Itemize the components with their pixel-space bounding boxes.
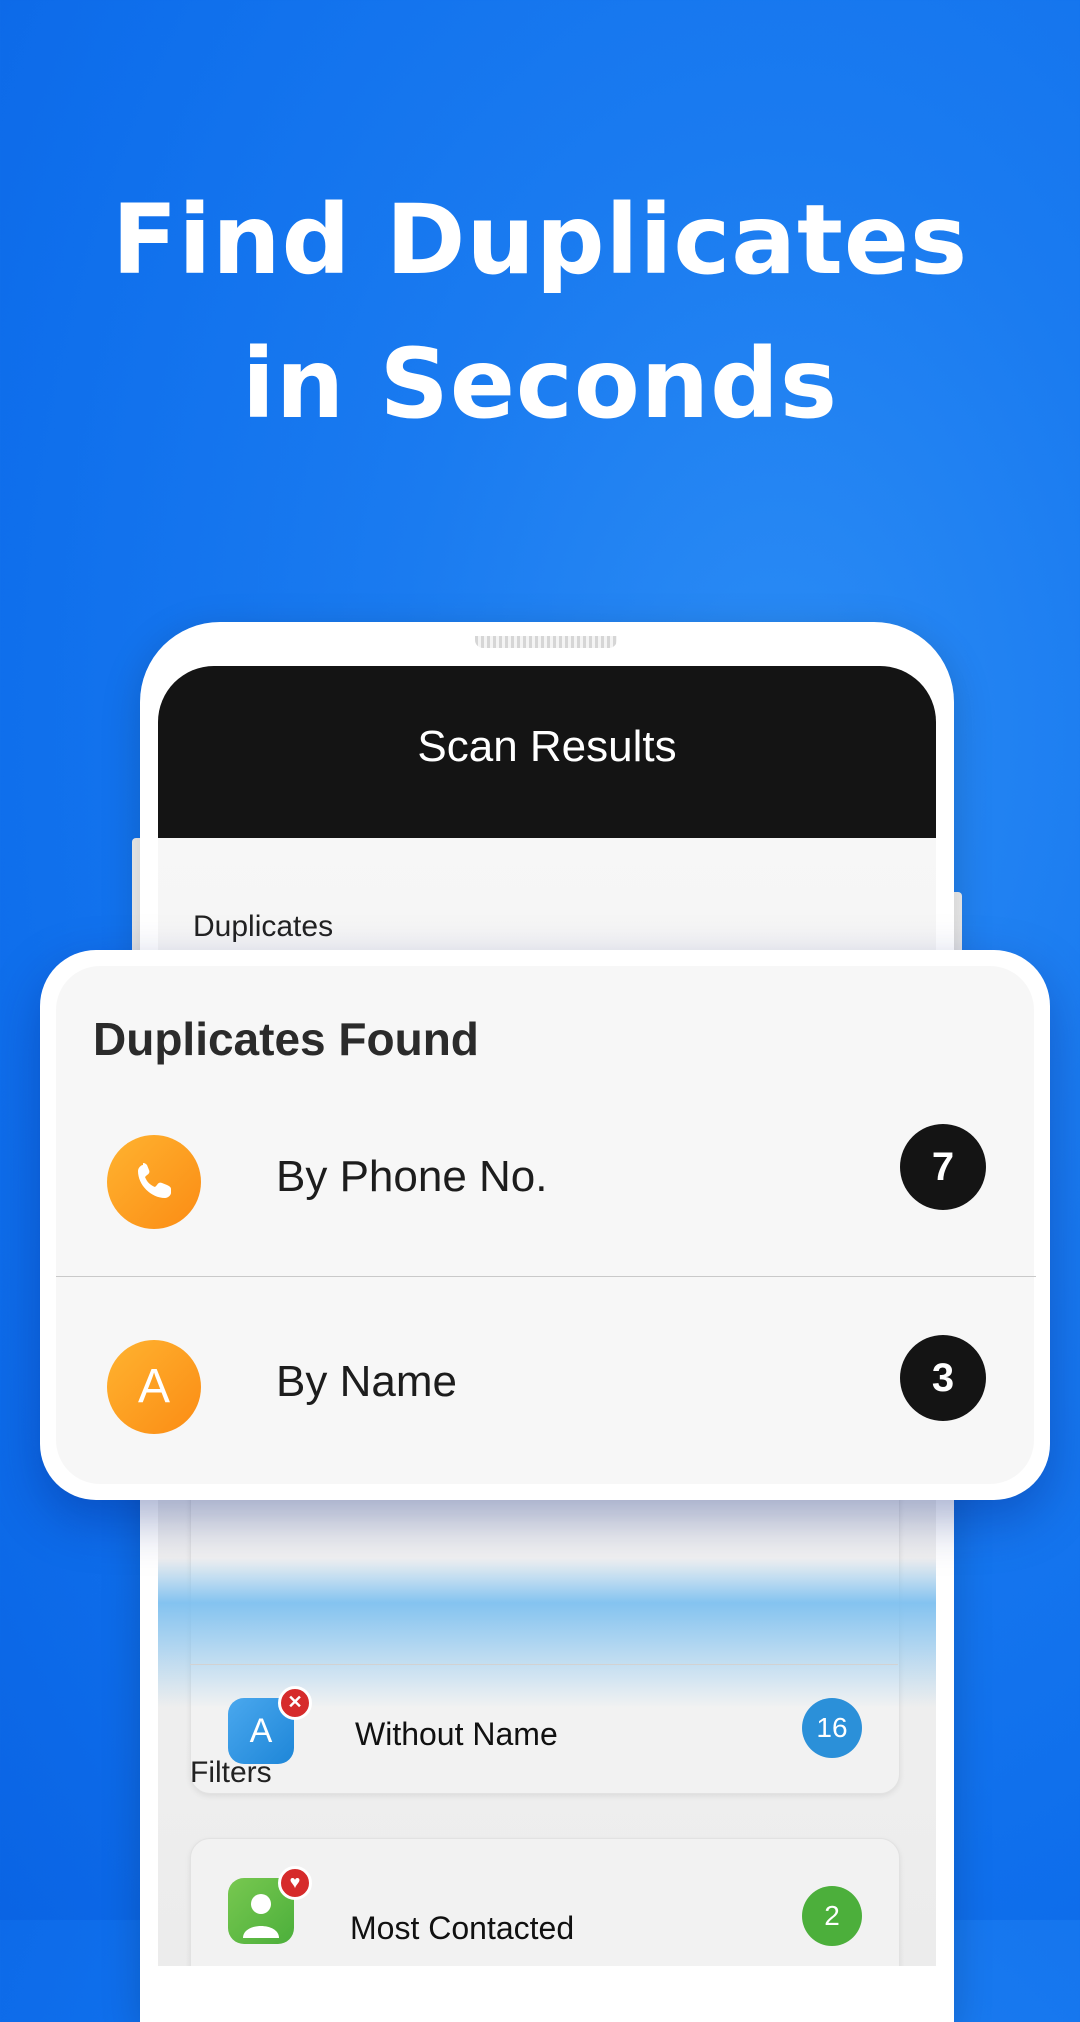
by-name-label: By Name: [276, 1357, 457, 1406]
by-phone-count: 7: [900, 1124, 986, 1210]
without-name-count: 16: [802, 1698, 862, 1758]
by-name-icon-letter: A: [137, 1360, 170, 1413]
row-by-phone[interactable]: By Phone No. 7: [56, 1100, 1036, 1276]
by-name-count: 3: [900, 1335, 986, 1421]
app-header: Scan Results: [158, 666, 936, 838]
list-item-without-name[interactable]: A ✕ Without Name 16: [190, 1664, 898, 1792]
phone-speaker: [475, 636, 617, 648]
without-name-label: Without Name: [355, 1716, 558, 1752]
duplicates-found-title: Duplicates Found: [93, 1013, 479, 1065]
phone-icon: [107, 1135, 201, 1229]
headline-line-1: Find Duplicates: [111, 184, 969, 296]
app-title: Scan Results: [417, 722, 677, 771]
duplicates-section-label: Duplicates: [193, 910, 334, 943]
most-contacted-count: 2: [802, 1886, 862, 1946]
headline-line-2: in Seconds: [242, 328, 838, 440]
filters-section-label: Filters: [190, 1756, 272, 1789]
by-phone-label: By Phone No.: [276, 1152, 548, 1201]
list-item-most-contacted[interactable]: ♥ Most Contacted 2: [190, 1838, 898, 1966]
icon-letter: A: [249, 1712, 273, 1750]
row-by-name[interactable]: A By Name 3: [56, 1277, 1036, 1467]
heart-icon: ♥: [278, 1866, 312, 1900]
most-contacted-label: Most Contacted: [350, 1910, 575, 1946]
letter-a-icon: A: [107, 1340, 201, 1434]
close-icon: ✕: [278, 1686, 312, 1720]
